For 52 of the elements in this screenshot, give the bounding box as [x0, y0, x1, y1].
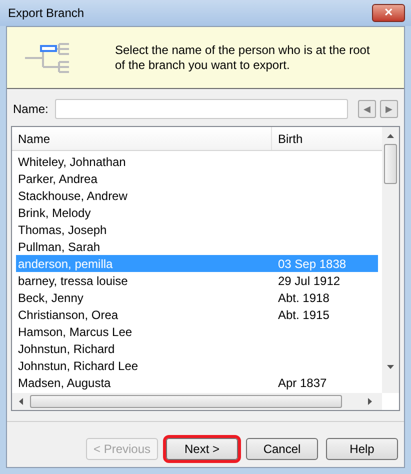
scroll-thumb[interactable] — [384, 144, 397, 184]
person-row[interactable]: Madsen, Augusta Apr 1837 — [16, 374, 378, 391]
person-row[interactable]: Hamson, Marcus Lee — [16, 323, 378, 340]
name-field[interactable] — [55, 99, 348, 119]
name-cell-text: anderson, pemilla — [17, 256, 114, 272]
person-row[interactable]: Pullman, Sarah — [16, 238, 378, 255]
name-cell-text: Pullman, Sarah — [17, 238, 102, 256]
person-row[interactable]: Whiteley, Johnathan — [16, 153, 378, 170]
birth-cell-text: Apr 1837 — [278, 374, 327, 392]
name-cell-text: Stackhouse, Andrew — [17, 188, 128, 204]
scroll-down-icon — [387, 365, 394, 369]
name-cell-text: barney, tressa louise — [17, 272, 129, 290]
name-cell-text: Thomas, Joseph — [17, 222, 108, 238]
birth-cell-text: 03 Sep 1838 — [278, 256, 346, 272]
scroll-up-icon — [387, 134, 394, 138]
name-cell-text: Johnstun, Richard Lee — [17, 358, 140, 374]
next-match-button[interactable]: ▶ — [380, 100, 398, 118]
dialog-button[interactable]: Next > — [166, 438, 238, 460]
person-row[interactable]: Thomas, Joseph — [16, 221, 378, 238]
name-cell-text: Parker, Andrea — [17, 170, 98, 188]
birth-cell-text: Abt. 1915 — [278, 306, 330, 324]
tree-icon — [25, 42, 70, 74]
name-cell-text: Brink, Melody — [17, 204, 92, 222]
dialog-button[interactable]: Cancel — [246, 438, 318, 460]
name-label: Name: — [13, 101, 50, 118]
vertical-scrollbar[interactable] — [382, 127, 399, 393]
horizontal-scrollbar[interactable] — [12, 393, 382, 410]
birth-cell-text: Abt. 1918 — [278, 290, 330, 306]
scroll-thumb[interactable] — [30, 395, 342, 408]
name-cell-text: Madsen, Augusta — [17, 374, 112, 392]
name-cell-text: Hamson, Marcus Lee — [17, 324, 134, 340]
person-row[interactable]: Stackhouse, Andrew — [16, 187, 378, 204]
scroll-left-icon — [19, 398, 23, 405]
dialog-button[interactable]: Help — [326, 438, 398, 460]
person-row[interactable]: Beck, Jenny Abt. 1918 — [16, 289, 378, 306]
birth-cell-text: 29 Jul 1912 — [278, 272, 340, 290]
person-row[interactable]: Parker, Andrea — [16, 170, 378, 187]
name-cell-text: Whiteley, Johnathan — [17, 154, 127, 170]
previous-match-button[interactable]: ◀ — [358, 100, 376, 118]
scroll-right-icon — [368, 398, 372, 405]
person-row[interactable]: Johnstun, Richard Lee — [16, 357, 378, 374]
name-cell-text: Christianson, Orea — [17, 306, 120, 324]
banner-text: Select the name of the person who is at the root of the branch you want to export. — [115, 42, 371, 72]
person-row[interactable]: Johnstun, Richard — [16, 340, 378, 357]
column-header[interactable]: Birth — [272, 127, 382, 150]
person-row[interactable]: barney, tressa louise 29 Jul 1912 — [16, 272, 378, 289]
name-cell-text: Johnstun, Richard — [17, 340, 116, 358]
name-cell-text: Beck, Jenny — [17, 290, 84, 306]
person-row[interactable]: Brink, Melody — [16, 204, 378, 221]
window-title: Export Branch — [8, 5, 84, 22]
person-row[interactable]: Christianson, Orea Abt. 1915 — [16, 306, 378, 323]
column-header[interactable]: Name — [12, 127, 272, 150]
